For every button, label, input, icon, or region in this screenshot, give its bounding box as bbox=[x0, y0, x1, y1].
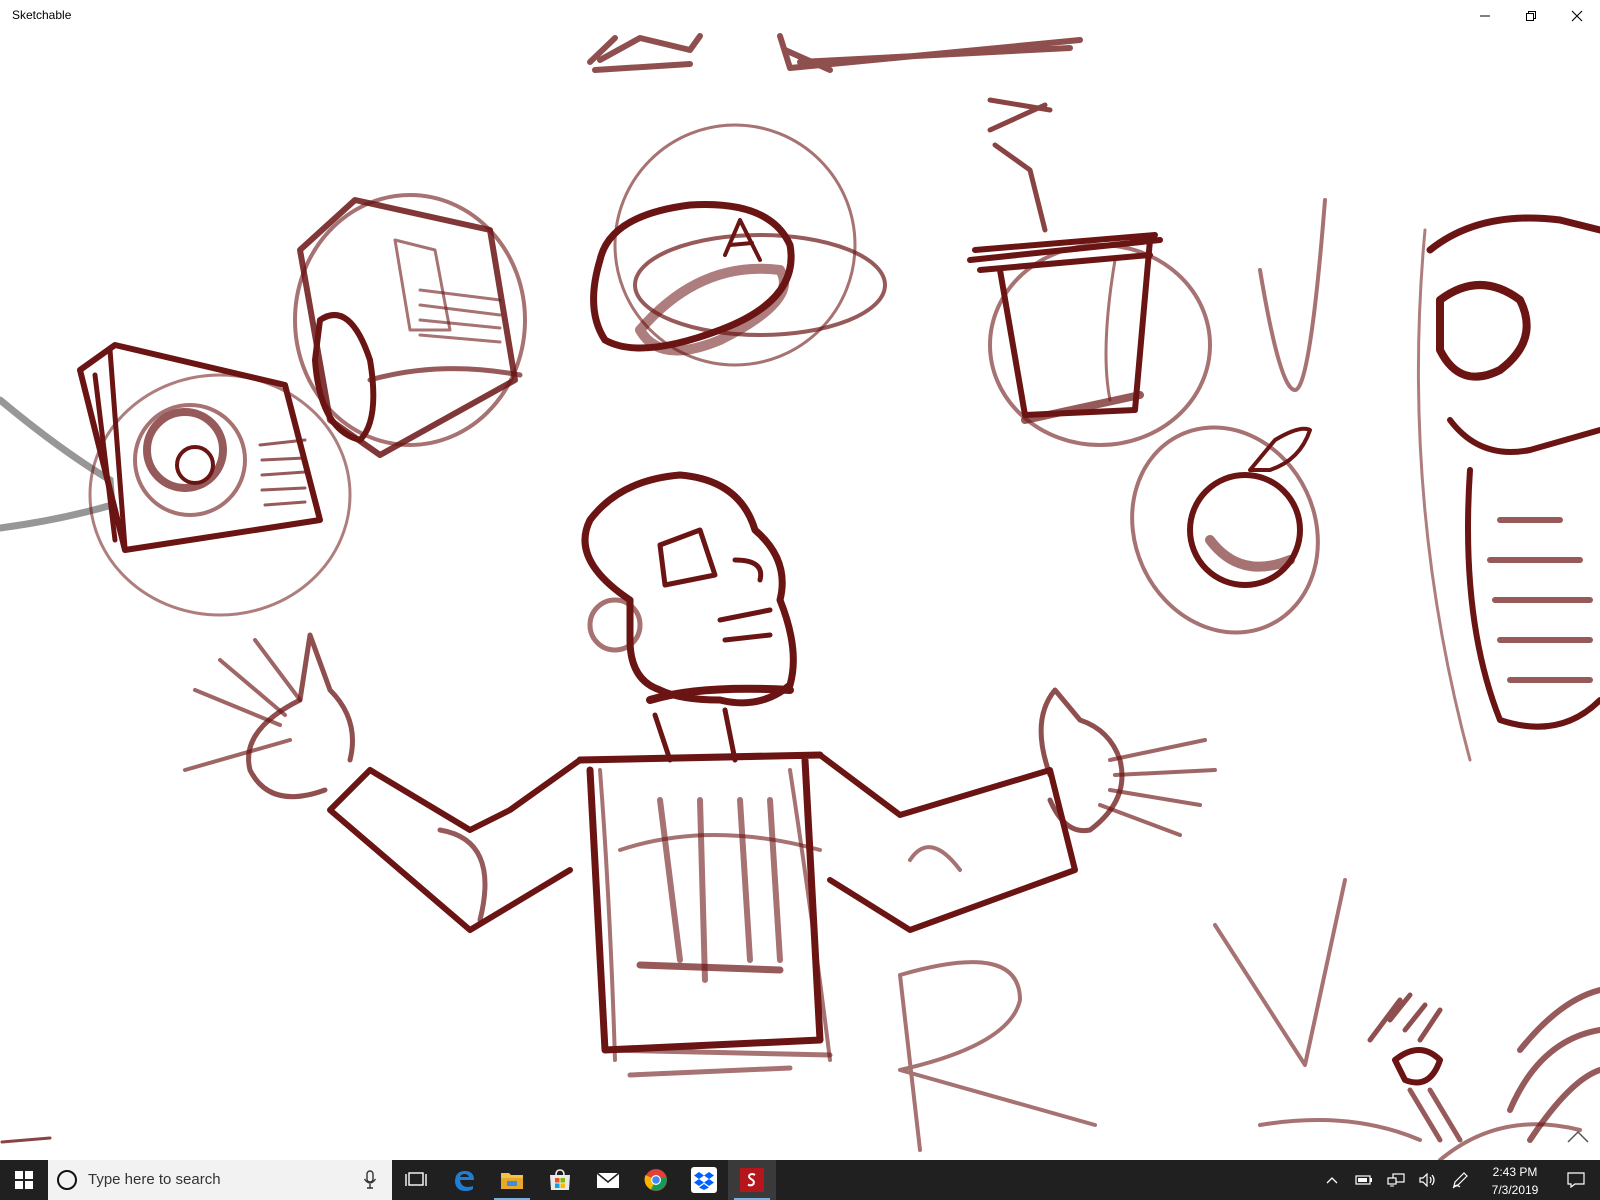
task-view-icon bbox=[405, 1172, 427, 1186]
edge-app[interactable] bbox=[440, 1160, 488, 1200]
close-button[interactable] bbox=[1554, 0, 1600, 32]
chrome-app[interactable] bbox=[632, 1160, 680, 1200]
taskbar: Type here to search 2:43 PM 7/3/2019 bbox=[0, 1160, 1600, 1200]
minimize-icon bbox=[1480, 15, 1490, 17]
r-mark bbox=[898, 960, 1097, 1152]
collapse-toolbar-button[interactable] bbox=[1563, 1124, 1593, 1150]
show-hidden-icons-icon bbox=[1326, 1177, 1338, 1184]
speaker-sketch bbox=[293, 193, 527, 458]
top-cut-strokes bbox=[587, 33, 1083, 73]
sketchable-app[interactable] bbox=[728, 1160, 776, 1200]
chrome-icon bbox=[644, 1169, 667, 1191]
file-explorer-icon bbox=[501, 1173, 523, 1189]
fist-sketch bbox=[1416, 214, 1600, 762]
drawing-canvas[interactable] bbox=[0, 32, 1600, 1160]
clock-date: 7/3/2019 bbox=[1491, 1183, 1539, 1197]
radio-sketch bbox=[77, 342, 352, 617]
notification-icon bbox=[1567, 1172, 1585, 1188]
battery-status[interactable] bbox=[1348, 1160, 1380, 1200]
clock-time: 2:43 PM bbox=[1492, 1165, 1538, 1179]
action-center-button[interactable] bbox=[1556, 1160, 1596, 1200]
windows-logo-icon bbox=[15, 1171, 33, 1189]
restore-button[interactable] bbox=[1508, 0, 1554, 32]
title-bar: Sketchable bbox=[0, 0, 1600, 32]
network-icon bbox=[1387, 1173, 1405, 1187]
edge-stroke bbox=[0, 1136, 52, 1144]
dropbox-app[interactable] bbox=[680, 1160, 728, 1200]
task-view-button[interactable] bbox=[392, 1160, 440, 1200]
store-icon bbox=[550, 1169, 570, 1190]
search-box[interactable]: Type here to search bbox=[48, 1160, 392, 1200]
app-title: Sketchable bbox=[12, 8, 72, 22]
chevron-up-icon bbox=[1567, 1130, 1589, 1143]
battery-icon bbox=[1355, 1175, 1372, 1185]
mail-app[interactable] bbox=[584, 1160, 632, 1200]
volume-control[interactable] bbox=[1412, 1160, 1444, 1200]
sketchable-icon bbox=[740, 1168, 764, 1192]
file-explorer-app[interactable] bbox=[488, 1160, 536, 1200]
minimize-button[interactable] bbox=[1462, 0, 1508, 32]
v-mark-bottom bbox=[1213, 878, 1347, 1067]
cortana-icon bbox=[57, 1170, 77, 1190]
sketch-drawing bbox=[0, 33, 1600, 1160]
cup-sketch bbox=[967, 97, 1212, 447]
clock[interactable]: 2:43 PM 7/3/2019 bbox=[1478, 1160, 1552, 1200]
windows-ink-button[interactable] bbox=[1444, 1160, 1476, 1200]
show-hidden-icons-button[interactable] bbox=[1316, 1160, 1348, 1200]
search-placeholder: Type here to search bbox=[88, 1171, 221, 1188]
network-status[interactable] bbox=[1380, 1160, 1412, 1200]
cap-sketch bbox=[590, 123, 887, 367]
v-mark-top bbox=[1258, 198, 1327, 392]
dropbox-icon bbox=[691, 1167, 717, 1193]
mail-icon bbox=[596, 1172, 620, 1188]
restore-icon bbox=[1526, 11, 1536, 21]
start-button[interactable] bbox=[0, 1160, 48, 1200]
figure-sketch bbox=[183, 471, 1217, 1078]
volume-icon bbox=[1419, 1173, 1435, 1187]
apple-sketch bbox=[1130, 425, 1320, 635]
edge-icon bbox=[455, 1171, 474, 1191]
microphone-icon[interactable] bbox=[363, 1170, 377, 1190]
store-app[interactable] bbox=[536, 1160, 584, 1200]
pen-icon bbox=[1452, 1172, 1468, 1189]
bottom-right-sketch bbox=[1258, 987, 1600, 1160]
close-icon bbox=[1571, 10, 1583, 22]
